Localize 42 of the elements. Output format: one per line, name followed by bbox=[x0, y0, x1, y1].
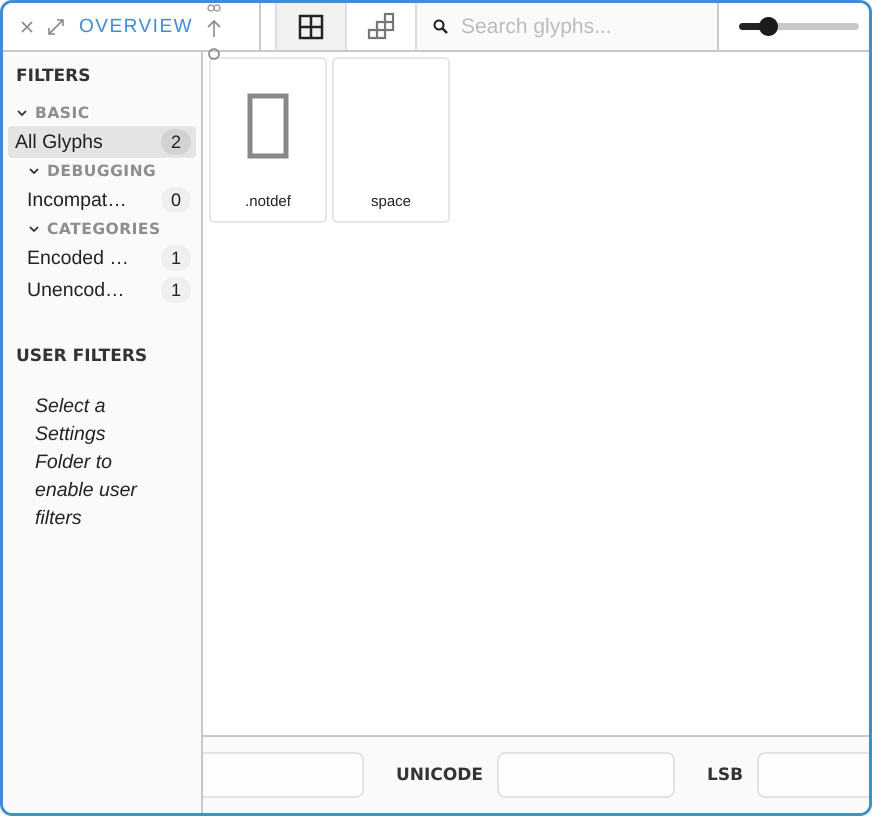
group-label: BASIC bbox=[35, 104, 90, 122]
search-field[interactable]: Search glyphs... bbox=[417, 3, 719, 50]
search-input[interactable]: Search glyphs... bbox=[461, 14, 711, 38]
input-field[interactable] bbox=[203, 752, 364, 798]
group-label: DEBUGGING bbox=[47, 162, 156, 180]
up-arrow-icon[interactable] bbox=[207, 4, 222, 60]
count-badge: 0 bbox=[161, 187, 191, 213]
count-badge: 2 bbox=[161, 129, 191, 155]
notdef-glyph-icon bbox=[247, 93, 289, 159]
field-label: UNICODE bbox=[396, 765, 484, 785]
glyph-name: .notdef bbox=[245, 193, 291, 210]
overview-tab[interactable]: OVERVIEW bbox=[79, 16, 194, 38]
filter-label: Incompat… bbox=[27, 188, 127, 212]
glyph-cell[interactable]: space bbox=[332, 57, 450, 223]
sidebar-heading: USER FILTERS bbox=[15, 346, 148, 366]
close-icon[interactable] bbox=[21, 20, 33, 32]
filter-item[interactable]: Encoded … 1 bbox=[20, 242, 196, 274]
field-label: LSB bbox=[707, 765, 744, 785]
filter-label: Unencod… bbox=[27, 278, 125, 302]
filter-item[interactable]: Incompat… 0 bbox=[20, 184, 196, 216]
count-badge: 1 bbox=[161, 277, 191, 303]
filter-item[interactable]: Unencod… 1 bbox=[20, 274, 196, 306]
expand-icon[interactable] bbox=[47, 18, 65, 36]
count-badge: 1 bbox=[161, 245, 191, 271]
chevron-icon[interactable] bbox=[29, 224, 39, 234]
chevron-icon[interactable] bbox=[17, 108, 27, 118]
tiles-icon bbox=[366, 12, 396, 42]
sidebar-heading: FILTERS bbox=[15, 66, 92, 86]
filter-item[interactable]: All Glyphs 2 bbox=[8, 126, 196, 158]
empty-message: Select a Settings Folder to enable user filters bbox=[34, 394, 138, 531]
grid-icon bbox=[298, 14, 324, 40]
glyph-name: space bbox=[370, 193, 412, 210]
filter-label: Encoded … bbox=[27, 246, 129, 270]
glyph-cell[interactable]: .notdef bbox=[209, 57, 327, 223]
filter-label: All Glyphs bbox=[15, 130, 103, 154]
slider-thumb[interactable] bbox=[758, 17, 778, 36]
input-field[interactable] bbox=[497, 752, 676, 798]
view-button[interactable] bbox=[277, 3, 347, 50]
search-icon bbox=[433, 18, 449, 34]
group-label: CATEGORIES bbox=[47, 220, 161, 238]
zoom-slider[interactable] bbox=[739, 17, 859, 36]
chevron-icon[interactable] bbox=[29, 166, 39, 176]
